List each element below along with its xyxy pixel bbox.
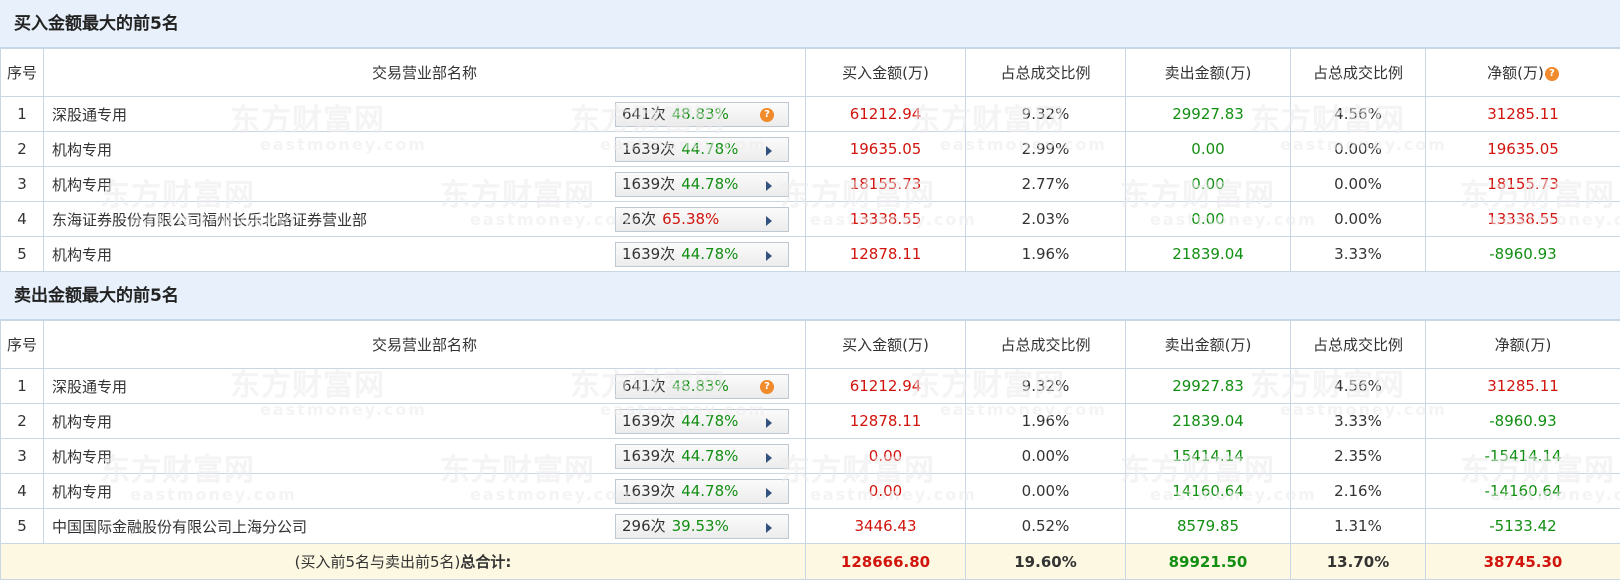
eastmoney-watermark: 东方财富网eastmoney.com bbox=[570, 103, 767, 154]
eastmoney-watermark: 东方财富网eastmoney.com bbox=[1120, 453, 1317, 504]
eastmoney-watermark: 东方财富网eastmoney.com bbox=[440, 453, 637, 504]
eastmoney-watermark: 东方财富网eastmoney.com bbox=[910, 368, 1107, 419]
eastmoney-watermark: 东方财富网eastmoney.com bbox=[1250, 103, 1447, 154]
eastmoney-watermark: 东方财富网eastmoney.com bbox=[230, 103, 427, 154]
eastmoney-watermark: 东方财富网eastmoney.com bbox=[570, 368, 767, 419]
eastmoney-watermark: 东方财富网eastmoney.com bbox=[1460, 453, 1620, 504]
eastmoney-watermark: 东方财富网eastmoney.com bbox=[1120, 178, 1317, 229]
eastmoney-watermark: 东方财富网eastmoney.com bbox=[100, 453, 297, 504]
eastmoney-watermark: 东方财富网eastmoney.com bbox=[440, 178, 637, 229]
eastmoney-watermark: 东方财富网eastmoney.com bbox=[780, 453, 977, 504]
watermark-layer: 东方财富网 eastmoney.com 东方财富网 eastmoney.com 东方财富… bbox=[0, 0, 1620, 588]
eastmoney-watermark: 东方财富网eastmoney.com bbox=[780, 178, 977, 229]
eastmoney-watermark: 东方财富网eastmoney.com bbox=[1250, 368, 1447, 419]
eastmoney-watermark: 东方财富网eastmoney.com bbox=[100, 178, 297, 229]
eastmoney-watermark: 东方财富网eastmoney.com bbox=[910, 103, 1107, 154]
eastmoney-watermark: 东方财富网eastmoney.com bbox=[1460, 178, 1620, 229]
eastmoney-watermark: 东方财富网eastmoney.com bbox=[230, 368, 427, 419]
